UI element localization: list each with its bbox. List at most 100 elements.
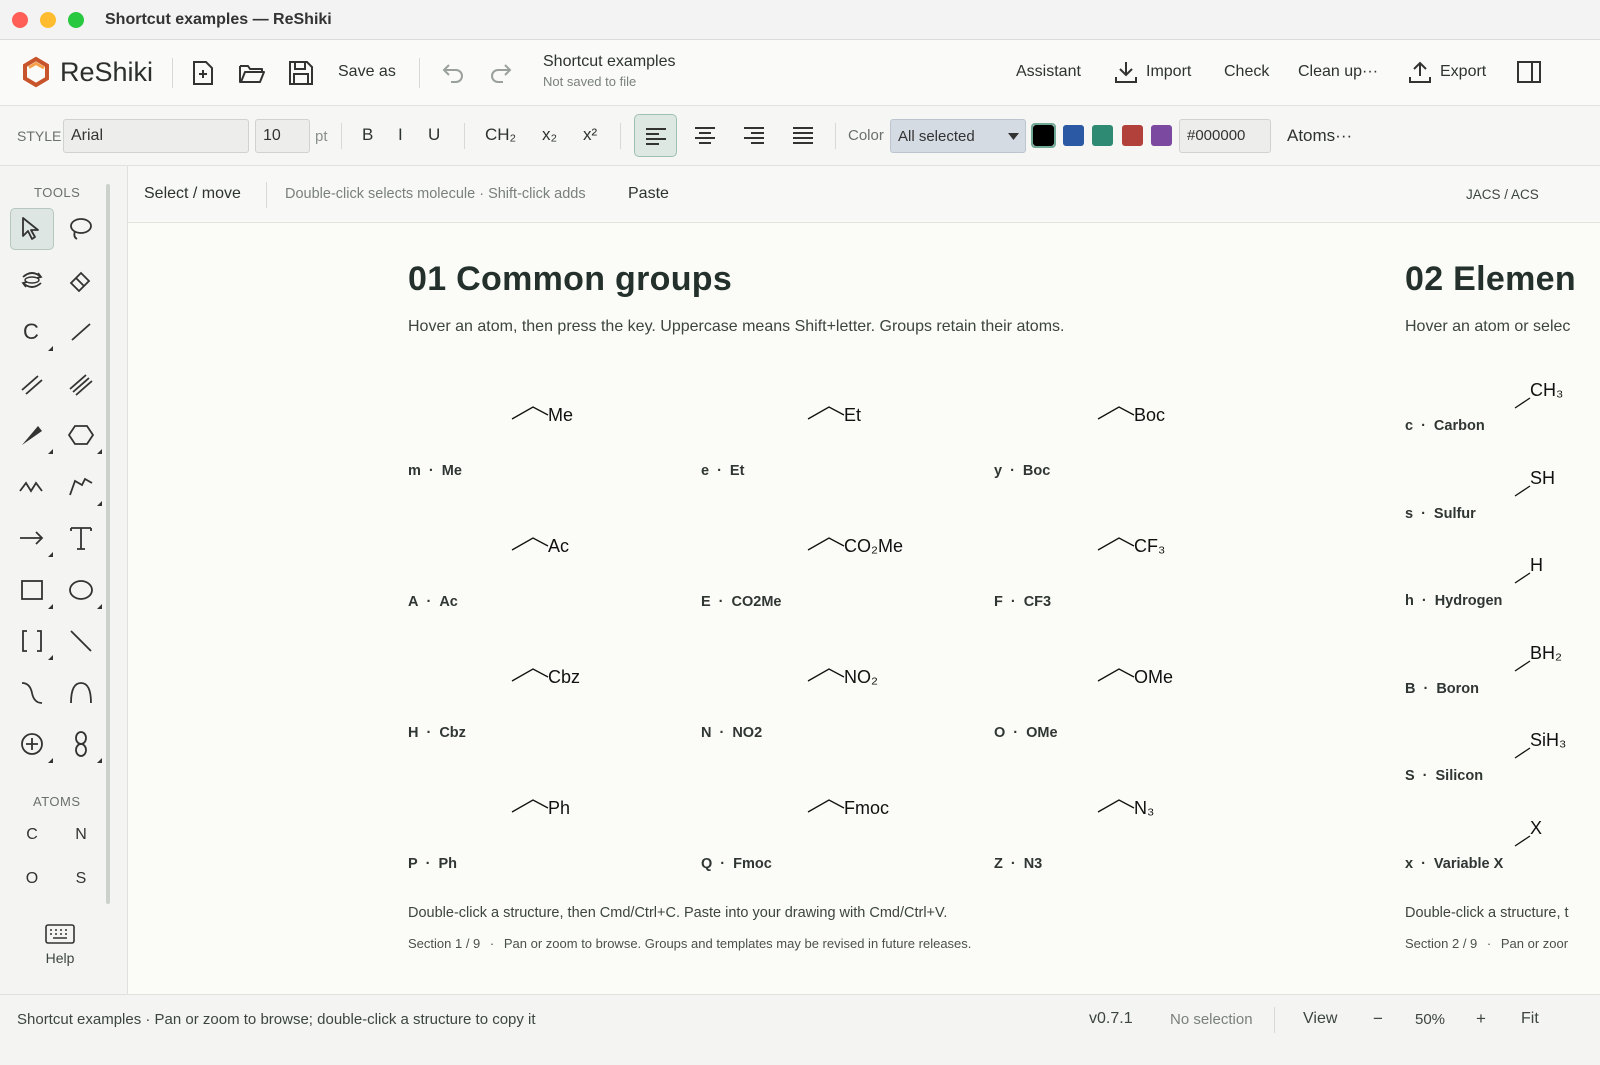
tool-freehand-chain-button[interactable] bbox=[59, 466, 103, 508]
zoom-in-button[interactable]: + bbox=[1476, 1009, 1486, 1029]
tool-hexagon-ring-button[interactable] bbox=[59, 414, 103, 456]
tool-single-bond-button[interactable] bbox=[59, 311, 103, 353]
atoms-menu-button[interactable]: Atoms··· bbox=[1287, 126, 1352, 146]
shortcut-group-me[interactable]: Me m · Me bbox=[408, 393, 668, 483]
clean-up-button[interactable]: Clean up··· bbox=[1298, 63, 1378, 81]
shortcut-group-cbz[interactable]: Cbz H · Cbz bbox=[408, 655, 668, 745]
color-swatch-green[interactable] bbox=[1092, 125, 1113, 146]
view-menu-button[interactable]: View bbox=[1303, 1010, 1337, 1028]
color-swatch-black[interactable] bbox=[1033, 125, 1054, 146]
tool-wedge-bond-button[interactable] bbox=[10, 414, 54, 456]
color-target-select[interactable]: All selected bbox=[890, 119, 1026, 153]
tool-charge-plus-button[interactable] bbox=[10, 723, 54, 765]
font-family-field[interactable]: Arial bbox=[63, 119, 249, 153]
redo-button[interactable] bbox=[489, 62, 513, 84]
ch2-formula-button[interactable]: CH₂ bbox=[485, 125, 516, 145]
key-dot: · bbox=[1010, 463, 1015, 479]
shortcut-group-cf3[interactable]: CF₃ F · CF3 bbox=[994, 524, 1254, 614]
tool-rotate-button[interactable] bbox=[10, 260, 54, 302]
color-swatch-red[interactable] bbox=[1122, 125, 1143, 146]
keyboard-icon bbox=[45, 924, 75, 944]
color-swatch-purple[interactable] bbox=[1151, 125, 1172, 146]
atom-c-button[interactable]: C bbox=[17, 826, 47, 844]
hex-color-field[interactable]: #000000 bbox=[1179, 119, 1271, 153]
submenu-indicator bbox=[48, 603, 53, 609]
check-button[interactable]: Check bbox=[1224, 63, 1269, 81]
align-center-button[interactable] bbox=[694, 126, 716, 144]
tool-bracket-button[interactable] bbox=[10, 620, 54, 662]
tool-rectangle-button[interactable] bbox=[10, 569, 54, 611]
style-preset[interactable]: JACS / ACS bbox=[1466, 187, 1539, 202]
align-left-button[interactable] bbox=[634, 114, 677, 157]
open-file-button[interactable] bbox=[238, 61, 266, 85]
align-justify-button[interactable] bbox=[792, 126, 814, 144]
fit-button[interactable]: Fit bbox=[1521, 1010, 1539, 1028]
tool-eraser-button[interactable] bbox=[59, 260, 103, 302]
atom-o-button[interactable]: O bbox=[17, 870, 47, 888]
shortcut-group-boc[interactable]: Boc y · Boc bbox=[994, 393, 1254, 483]
undo-button[interactable] bbox=[441, 62, 465, 84]
tool-arrow-button[interactable] bbox=[10, 517, 54, 559]
tool-double-bond-button[interactable] bbox=[10, 363, 54, 405]
zoom-level: 50% bbox=[1415, 1011, 1446, 1028]
tool-arc-button[interactable] bbox=[59, 672, 103, 714]
shortcut-group-n3[interactable]: N₃ Z · N3 bbox=[994, 786, 1254, 876]
drawing-canvas[interactable]: 01 Common groups Hover an atom, then pre… bbox=[128, 223, 1600, 994]
curve-icon bbox=[21, 681, 43, 704]
tool-text-button[interactable] bbox=[59, 517, 103, 559]
tool-orbital-button[interactable] bbox=[59, 723, 103, 765]
toggle-panel-button[interactable] bbox=[1516, 60, 1542, 84]
meta-dot: · bbox=[1486, 936, 1492, 951]
shortcut-group-ome[interactable]: OMe O · OMe bbox=[994, 655, 1254, 745]
atom-s-button[interactable]: S bbox=[66, 870, 96, 888]
export-button[interactable]: Export bbox=[1408, 60, 1486, 84]
superscript-button[interactable]: x² bbox=[583, 125, 597, 145]
section-2-subtitle: Hover an atom or selec bbox=[1405, 318, 1571, 335]
font-size-field[interactable]: 10 bbox=[255, 119, 310, 153]
italic-button[interactable]: I bbox=[398, 125, 403, 145]
subscript-button[interactable]: x₂ bbox=[542, 125, 557, 145]
section-1-meta: Section 1 / 9 · Pan or zoom to browse. G… bbox=[408, 936, 971, 951]
save-as-button[interactable]: Save as bbox=[338, 63, 396, 81]
shortcut-group-no2[interactable]: NO₂ N · NO2 bbox=[701, 655, 961, 745]
shortcut-group-et[interactable]: Et e · Et bbox=[701, 393, 961, 483]
shortcut-group-ph[interactable]: Ph P · Ph bbox=[408, 786, 668, 876]
tool-lasso-button[interactable] bbox=[59, 208, 103, 250]
assistant-button[interactable]: Assistant bbox=[1016, 63, 1081, 81]
element-group-hydrogen[interactable]: Hh · Hydrogen bbox=[1405, 553, 1600, 623]
element-group-sulfur[interactable]: SH s · Sulfur bbox=[1405, 466, 1600, 536]
shortcut-group-co2me[interactable]: CO₂Me E · CO2Me bbox=[701, 524, 961, 614]
tool-curve-button[interactable] bbox=[10, 672, 54, 714]
color-swatch-blue[interactable] bbox=[1063, 125, 1084, 146]
tool-triple-bond-button[interactable] bbox=[59, 363, 103, 405]
element-group-boron[interactable]: BH₂ B · Boron bbox=[1405, 641, 1600, 711]
tool-zigzag-chain-button[interactable] bbox=[10, 466, 54, 508]
shortcut-group-ac[interactable]: Ac A · Ac bbox=[408, 524, 668, 614]
sidebar-scrollbar[interactable] bbox=[106, 184, 110, 904]
help-button[interactable]: Help bbox=[36, 923, 84, 966]
bold-button[interactable]: B bbox=[362, 125, 373, 145]
tool-select-arrow-button[interactable] bbox=[10, 208, 54, 250]
key-dot: · bbox=[428, 463, 434, 479]
align-right-button[interactable] bbox=[743, 126, 765, 144]
element-group-variable-x[interactable]: Xx · Variable X bbox=[1405, 816, 1600, 886]
zoom-out-button[interactable]: − bbox=[1373, 1009, 1383, 1029]
atom-n-button[interactable]: N bbox=[66, 826, 96, 844]
underline-button[interactable]: U bbox=[428, 125, 440, 145]
tool-carbon-chain-button[interactable]: C bbox=[10, 311, 54, 353]
import-button[interactable]: Import bbox=[1114, 60, 1191, 84]
tool-ellipse-button[interactable] bbox=[59, 569, 103, 611]
shortcut-group-fmoc[interactable]: Fmoc Q · Fmoc bbox=[701, 786, 961, 876]
group-name: Ph bbox=[438, 856, 458, 872]
save-button[interactable] bbox=[288, 60, 314, 86]
zoom-window-button[interactable] bbox=[68, 12, 84, 28]
close-window-button[interactable] bbox=[12, 12, 28, 28]
tool-line-button[interactable] bbox=[59, 620, 103, 662]
submenu-indicator bbox=[97, 758, 102, 763]
paste-button[interactable]: Paste bbox=[628, 185, 669, 203]
minimize-window-button[interactable] bbox=[40, 12, 56, 28]
element-group-silicon[interactable]: SiH₃ S · Silicon bbox=[1405, 728, 1600, 798]
bracket-icon bbox=[22, 630, 42, 652]
new-file-button[interactable] bbox=[191, 60, 215, 86]
element-group-carbon[interactable]: CH₃ c · Carbon bbox=[1405, 378, 1600, 448]
